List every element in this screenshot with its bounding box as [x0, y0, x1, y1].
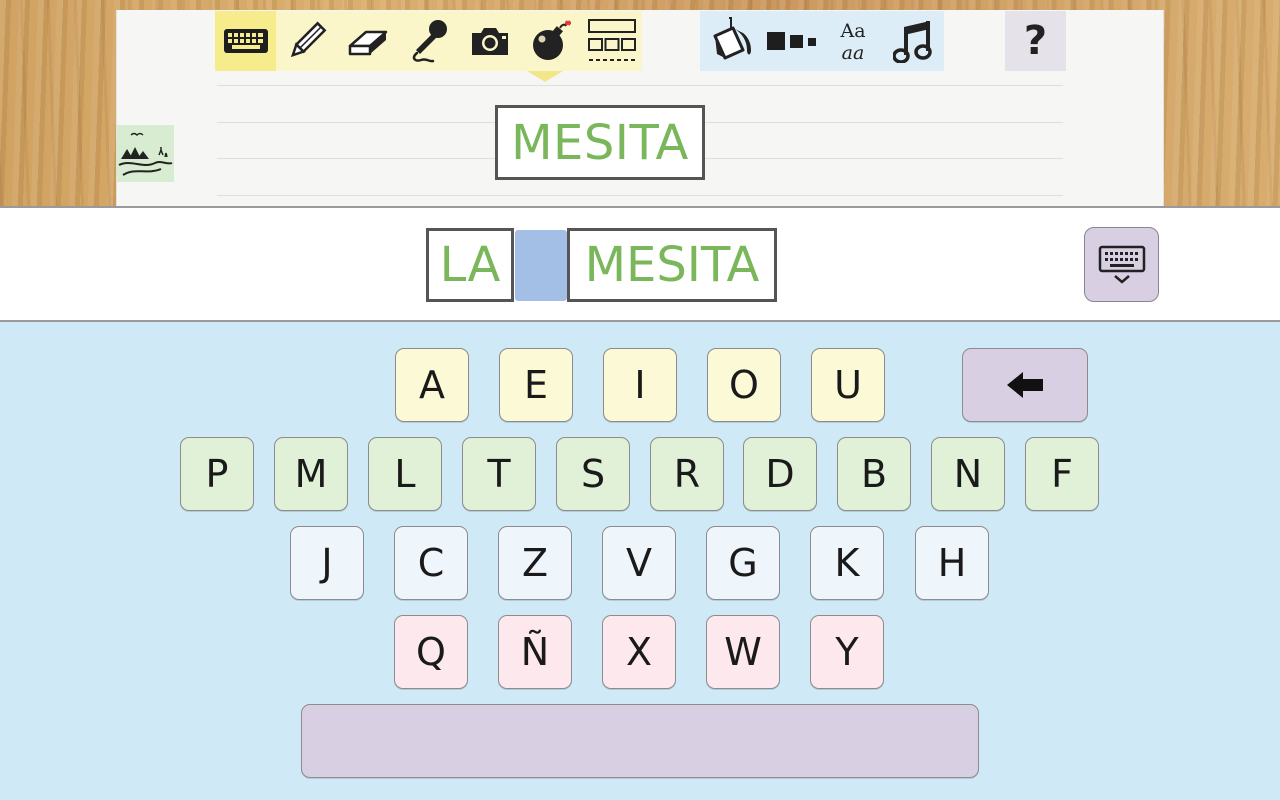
- key-r[interactable]: R: [650, 437, 724, 511]
- key-g[interactable]: G: [706, 526, 780, 600]
- key-u[interactable]: U: [811, 348, 885, 422]
- help-button[interactable]: ?: [1005, 11, 1066, 71]
- key-c[interactable]: C: [394, 526, 468, 600]
- key-l[interactable]: L: [368, 437, 442, 511]
- bomb-icon: [532, 20, 571, 60]
- tool-keyboard[interactable]: [215, 11, 276, 71]
- hide-keyboard-button[interactable]: [1084, 227, 1159, 302]
- key-x[interactable]: X: [602, 615, 676, 689]
- key-a[interactable]: A: [395, 348, 469, 422]
- font-style-icon: Aa aa: [839, 20, 865, 64]
- key-d[interactable]: D: [743, 437, 817, 511]
- key-e[interactable]: E: [499, 348, 573, 422]
- composition-bar: LA MESITA: [0, 206, 1280, 322]
- camera-icon: [471, 28, 508, 55]
- tool-paint-bucket[interactable]: [700, 11, 761, 71]
- pencil-icon: [290, 21, 326, 58]
- music-note-icon: [892, 21, 932, 63]
- key-q[interactable]: Q: [394, 615, 468, 689]
- key-y[interactable]: Y: [810, 615, 884, 689]
- key-k[interactable]: K: [810, 526, 884, 600]
- key-f[interactable]: F: [1025, 437, 1099, 511]
- text-cursor-slot[interactable]: [515, 230, 567, 301]
- tool-eraser[interactable]: [337, 11, 398, 71]
- key-i[interactable]: I: [603, 348, 677, 422]
- backspace-arrow-icon: [1007, 372, 1043, 398]
- key-b[interactable]: B: [837, 437, 911, 511]
- tool-camera[interactable]: [459, 11, 520, 71]
- key-p[interactable]: P: [180, 437, 254, 511]
- tool-font-style[interactable]: Aa aa: [822, 11, 883, 71]
- key-s[interactable]: S: [556, 437, 630, 511]
- tool-pencil[interactable]: [276, 11, 337, 71]
- ruled-line: [217, 85, 1063, 86]
- key-z[interactable]: Z: [498, 526, 572, 600]
- ruled-line: [217, 195, 1063, 196]
- toolbar-tools: [215, 11, 642, 71]
- microphone-icon: [412, 20, 447, 63]
- scene-thumbnail[interactable]: [117, 125, 174, 182]
- space-bar[interactable]: [301, 704, 979, 778]
- key-w[interactable]: W: [706, 615, 780, 689]
- key-enye[interactable]: Ñ: [498, 615, 572, 689]
- toolbar-format: Aa aa: [700, 11, 944, 71]
- key-o[interactable]: O: [707, 348, 781, 422]
- key-m[interactable]: M: [274, 437, 348, 511]
- landscape-icon: [118, 132, 173, 176]
- layout-icon: [587, 19, 636, 61]
- font-style-sample-bottom: aa: [841, 42, 864, 64]
- key-j[interactable]: J: [290, 526, 364, 600]
- tool-music[interactable]: [883, 11, 944, 71]
- toolbar-help: ?: [1005, 11, 1066, 71]
- key-v[interactable]: V: [602, 526, 676, 600]
- key-h[interactable]: H: [915, 526, 989, 600]
- backspace-key[interactable]: [962, 348, 1088, 422]
- size-squares-icon: [766, 32, 816, 50]
- composition-word[interactable]: MESITA: [567, 228, 777, 302]
- font-style-sample-top: Aa: [839, 20, 865, 42]
- canvas-word-card[interactable]: MESITA: [495, 105, 705, 180]
- tool-bomb[interactable]: [520, 11, 581, 71]
- composition-word[interactable]: LA: [426, 228, 514, 302]
- keyboard-icon: [223, 29, 268, 53]
- active-tool-pointer: [527, 71, 563, 82]
- tool-layout[interactable]: [581, 11, 642, 71]
- key-n[interactable]: N: [931, 437, 1005, 511]
- key-t[interactable]: T: [462, 437, 536, 511]
- eraser-icon: [348, 30, 387, 56]
- hide-keyboard-icon: [1098, 245, 1145, 284]
- tool-size[interactable]: [761, 11, 822, 71]
- tool-microphone[interactable]: [398, 11, 459, 71]
- paint-bucket-icon: [713, 17, 751, 60]
